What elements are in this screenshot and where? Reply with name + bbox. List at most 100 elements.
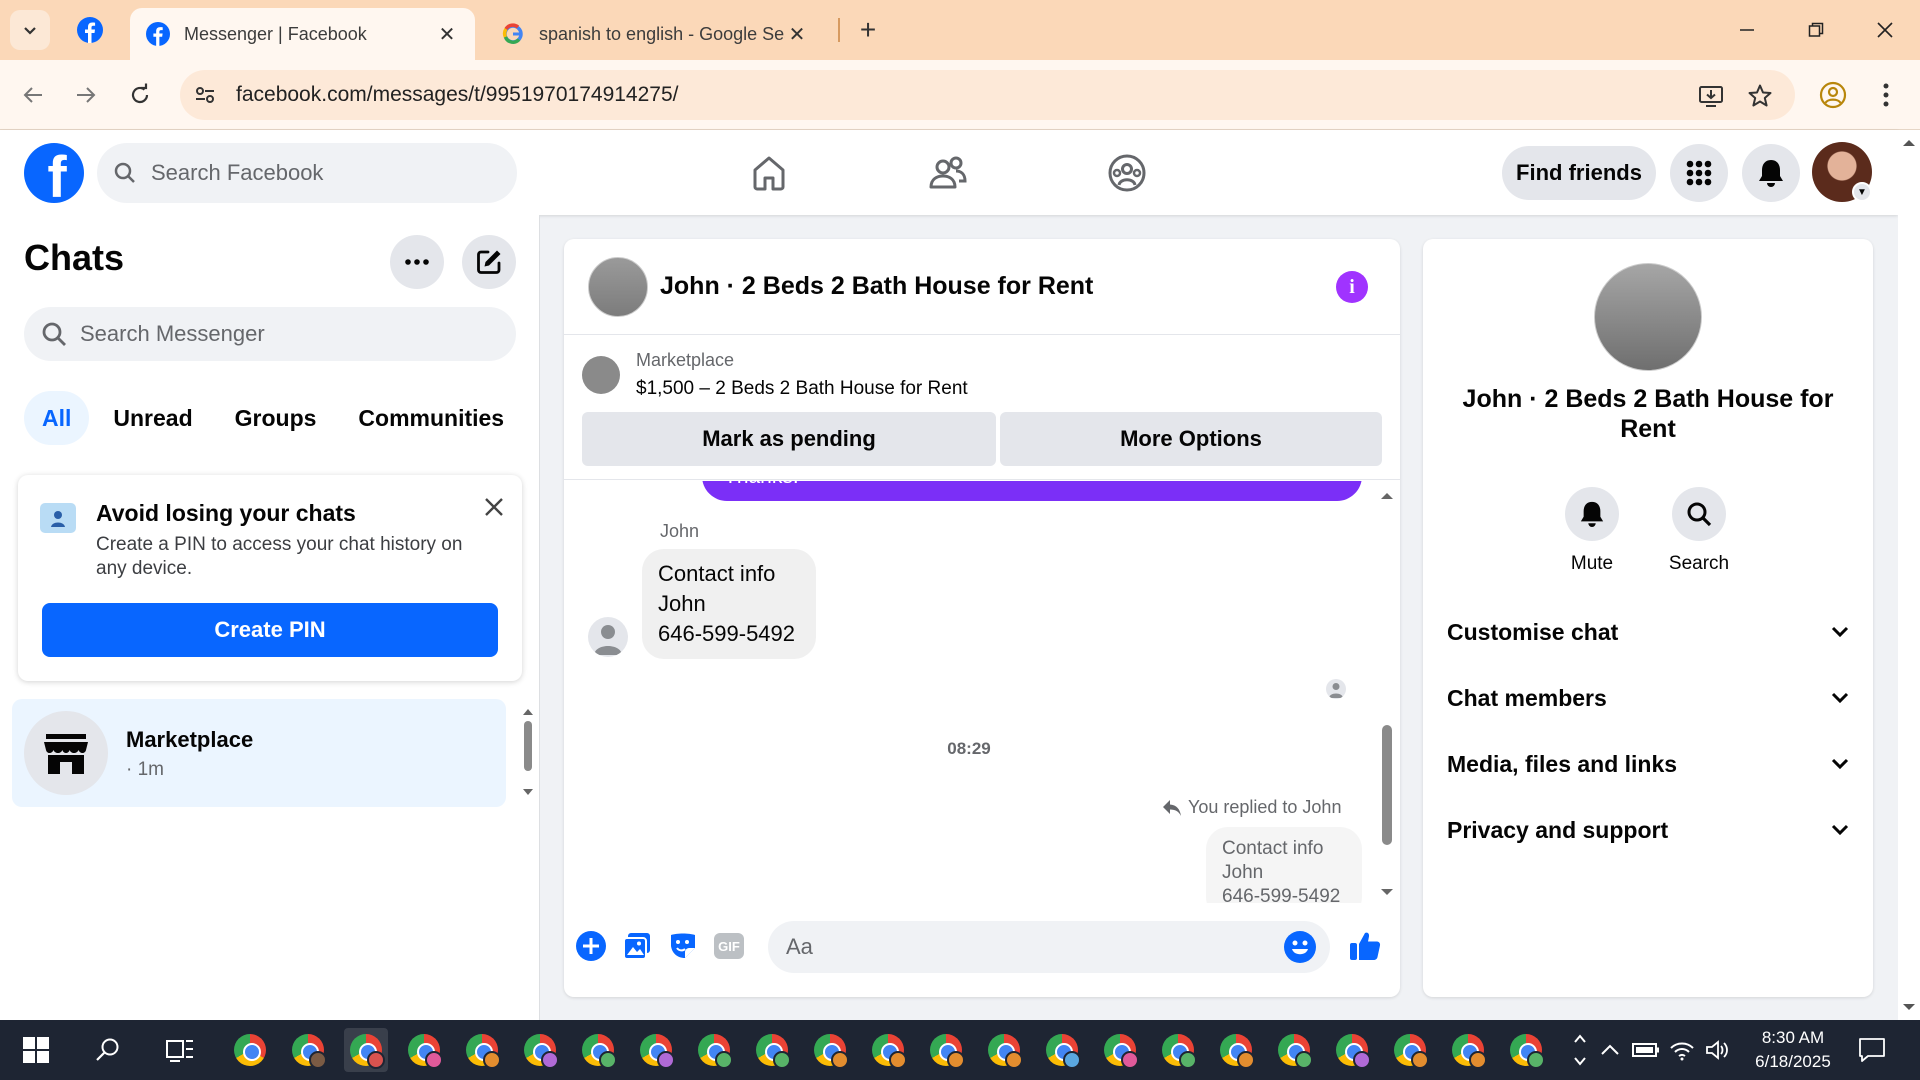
taskbar-chrome-window[interactable]	[1504, 1028, 1548, 1072]
taskbar-chrome-window[interactable]	[402, 1028, 446, 1072]
search-action[interactable]: Search	[1659, 487, 1739, 575]
close-window-button[interactable]	[1855, 8, 1915, 52]
section-customise-chat[interactable]: Customise chat	[1447, 607, 1849, 657]
site-info-icon[interactable]	[180, 70, 230, 120]
close-tab-icon[interactable]: ✕	[785, 22, 809, 46]
start-button[interactable]	[14, 1028, 58, 1072]
taskbar-chrome-window[interactable]	[634, 1028, 678, 1072]
taskbar-chrome-window[interactable]	[750, 1028, 794, 1072]
pinned-tab-facebook[interactable]	[70, 12, 110, 48]
incoming-message-bubble[interactable]: Contact info John 646-599-5492	[642, 549, 816, 659]
section-privacy-support[interactable]: Privacy and support	[1447, 805, 1849, 855]
taskbar-chrome-window[interactable]	[344, 1028, 388, 1072]
tab-search-button[interactable]	[10, 10, 50, 50]
new-tab-button[interactable]: +	[850, 12, 886, 48]
taskbar-chrome-window[interactable]	[982, 1028, 1026, 1072]
more-options-button[interactable]: More Options	[1000, 412, 1382, 466]
dismiss-pin-card-button[interactable]	[478, 491, 510, 523]
taskbar-chrome-window[interactable]	[460, 1028, 504, 1072]
volume-status-icon[interactable]	[1696, 1028, 1740, 1072]
taskbar-chrome-window[interactable]	[1156, 1028, 1200, 1072]
tab-messenger[interactable]: Messenger | Facebook ✕	[130, 8, 475, 60]
forward-button[interactable]	[66, 75, 106, 115]
sticker-button[interactable]	[666, 929, 700, 963]
notifications-button[interactable]	[1742, 144, 1800, 202]
address-bar[interactable]: facebook.com/messages/t/9951970174914275…	[180, 70, 1795, 120]
new-message-button[interactable]	[462, 235, 516, 289]
taskbar-chrome-window[interactable]	[1272, 1028, 1316, 1072]
listing-thumbnail[interactable]	[582, 356, 620, 394]
nav-friends[interactable]	[923, 148, 973, 198]
chat-options-button[interactable]	[390, 235, 444, 289]
taskbar-chrome-window[interactable]	[1098, 1028, 1142, 1072]
system-clock[interactable]: 8:30 AM 6/18/2025	[1738, 1026, 1848, 1074]
conversation-avatar[interactable]	[588, 257, 648, 317]
message-list-scrollbar[interactable]	[1376, 485, 1394, 903]
reload-button[interactable]	[120, 75, 160, 115]
nav-home[interactable]	[744, 148, 794, 198]
filter-tab-groups[interactable]: Groups	[217, 391, 335, 445]
chrome-profile-button[interactable]	[1813, 75, 1853, 115]
message-input[interactable]: Aa	[768, 921, 1330, 973]
search-in-conversation-button[interactable]	[1672, 487, 1726, 541]
install-app-icon[interactable]	[1695, 80, 1727, 112]
attach-media-button[interactable]	[620, 929, 654, 963]
filter-tab-unread[interactable]: Unread	[95, 391, 210, 445]
minimize-button[interactable]	[1717, 8, 1777, 52]
menu-button[interactable]	[1670, 144, 1728, 202]
taskbar-chrome-window[interactable]	[692, 1028, 736, 1072]
taskbar-chrome-window[interactable]	[924, 1028, 968, 1072]
nav-groups[interactable]	[1102, 148, 1152, 198]
taskbar-chrome-window[interactable]	[1040, 1028, 1084, 1072]
chat-list-item-marketplace[interactable]: Marketplace · 1m	[12, 699, 506, 807]
facebook-logo[interactable]: f	[24, 143, 84, 203]
taskbar-chrome-window[interactable]	[228, 1028, 272, 1072]
taskbar-chrome-window[interactable]	[576, 1028, 620, 1072]
taskbar-chrome-window[interactable]	[808, 1028, 852, 1072]
back-button[interactable]	[13, 75, 53, 115]
like-button[interactable]	[1348, 929, 1382, 963]
chat-list-scrollbar[interactable]	[520, 705, 536, 805]
gif-button[interactable]: GIF	[712, 929, 746, 963]
messenger-search-input[interactable]: Search Messenger	[24, 307, 516, 361]
taskbar-search-button[interactable]	[86, 1028, 130, 1072]
taskbar-chrome-window[interactable]	[866, 1028, 910, 1072]
conversation-info-button[interactable]: i	[1336, 271, 1368, 303]
filter-tab-communities[interactable]: Communities	[340, 391, 522, 445]
more-actions-button[interactable]	[574, 929, 608, 963]
chrome-menu-button[interactable]	[1866, 75, 1906, 115]
restore-button[interactable]	[1786, 8, 1846, 52]
taskbar-chrome-window[interactable]	[1446, 1028, 1490, 1072]
taskbar-chrome-window[interactable]	[286, 1028, 330, 1072]
taskbar-chrome-window[interactable]	[518, 1028, 562, 1072]
conversation-title[interactable]: John · 2 Beds 2 Bath House for Rent	[660, 272, 1093, 301]
listing-avatar[interactable]	[1594, 263, 1702, 371]
page-scrollbar[interactable]	[1898, 130, 1920, 1020]
quoted-reply-bubble[interactable]: Contact info John 646-599-5492	[1206, 827, 1362, 903]
chat-timestamp: · 1m	[126, 759, 164, 780]
mute-action[interactable]: Mute	[1552, 487, 1632, 575]
close-tab-icon[interactable]: ✕	[435, 22, 459, 46]
mark-as-pending-button[interactable]: Mark as pending	[582, 412, 996, 466]
facebook-search-input[interactable]: Search Facebook	[97, 143, 517, 203]
scrollbar-thumb[interactable]	[1382, 725, 1392, 845]
task-view-button[interactable]	[158, 1028, 202, 1072]
account-chevron-icon[interactable]: ▼	[1852, 182, 1872, 202]
outgoing-message-bubble[interactable]: Thanks!	[702, 481, 1362, 501]
create-pin-button[interactable]: Create PIN	[42, 603, 498, 657]
mute-button[interactable]	[1565, 487, 1619, 541]
taskbar-chrome-window[interactable]	[1388, 1028, 1432, 1072]
emoji-button[interactable]	[1284, 931, 1316, 963]
notification-center-button[interactable]	[1850, 1028, 1894, 1072]
taskbar-chrome-window[interactable]	[1330, 1028, 1374, 1072]
sender-avatar[interactable]	[588, 617, 628, 657]
find-friends-button[interactable]: Find friends	[1502, 146, 1656, 200]
tab-google-search[interactable]: spanish to english - Google Sea ✕	[485, 8, 825, 60]
message-list[interactable]: Thanks! John Contact info John 646-599-5…	[564, 481, 1400, 903]
section-chat-members[interactable]: Chat members	[1447, 673, 1849, 723]
filter-tab-all[interactable]: All	[24, 391, 90, 445]
listing-title[interactable]: $1,500 – 2 Beds 2 Bath House for Rent	[636, 378, 968, 400]
bookmark-star-icon[interactable]	[1744, 80, 1776, 112]
section-media-files-links[interactable]: Media, files and links	[1447, 739, 1849, 789]
taskbar-chrome-window[interactable]	[1214, 1028, 1258, 1072]
